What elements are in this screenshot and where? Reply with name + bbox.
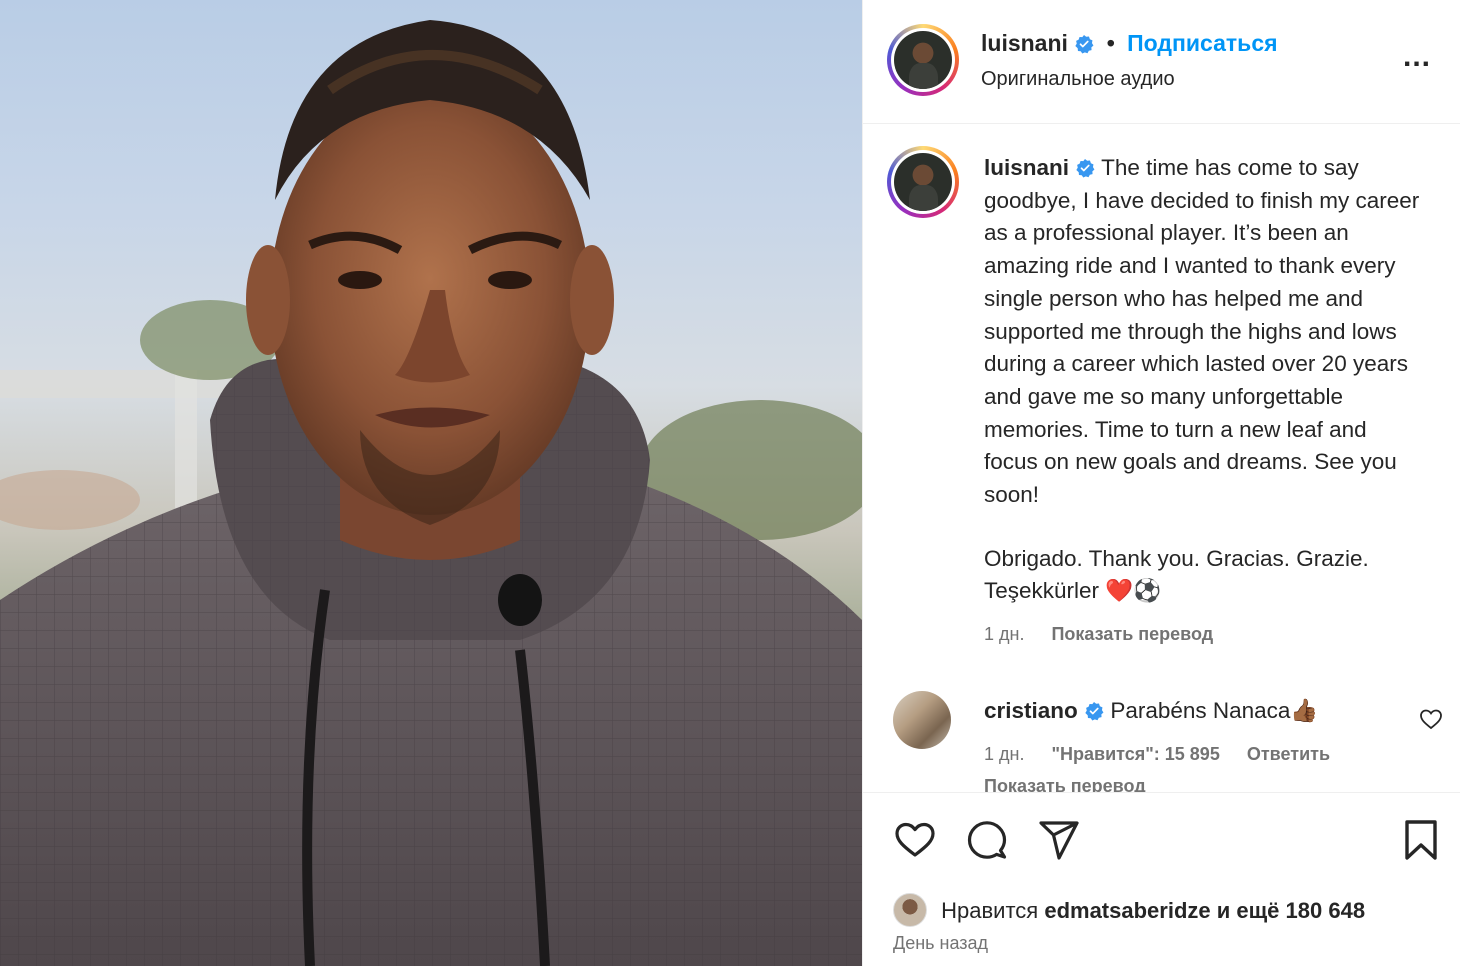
comment-translate-link[interactable]: Показать перевод: [984, 776, 1146, 792]
author-username[interactable]: luisnani: [981, 30, 1068, 56]
comment-age: 1 дн.: [984, 744, 1025, 764]
verified-badge-icon: [1076, 159, 1095, 178]
post-details-panel: luisnani • Подписаться Оригинальное ауди…: [862, 0, 1460, 966]
post-media-image[interactable]: [0, 0, 862, 966]
post-timestamp: День назад: [893, 933, 989, 953]
liker-username[interactable]: edmatsaberidze: [1044, 898, 1210, 923]
more-options-icon[interactable]: ...: [1403, 42, 1439, 72]
caption-paragraph-2: Obrigado. Thank you. Gracias. Grazie. Te…: [984, 545, 1369, 604]
comment-bubble-icon[interactable]: [965, 818, 1009, 862]
save-bookmark-icon[interactable]: [1399, 818, 1443, 862]
likes-prefix: Нравится: [941, 898, 1039, 923]
comments-area: luisnani The time has come to say goodby…: [863, 124, 1460, 792]
comment-meta: 1 дн. "Нравится": 15 895 Ответить: [984, 744, 1352, 765]
caption-text: luisnani The time has come to say goodby…: [984, 152, 1424, 608]
comment-like-heart-icon[interactable]: [1419, 708, 1443, 730]
post-photo: [0, 20, 862, 966]
post-header: luisnani • Подписаться Оригинальное ауди…: [863, 0, 1460, 124]
like-heart-icon[interactable]: [893, 818, 937, 862]
likes-others-count[interactable]: и ещё 180 648: [1217, 898, 1365, 923]
caption-author-avatar[interactable]: [887, 146, 959, 218]
comment-body: Parabéns Nanaca👍🏾: [1110, 698, 1319, 723]
verified-badge-icon: [1075, 35, 1094, 54]
share-send-icon[interactable]: [1037, 818, 1081, 862]
comment-meta-2: Показать перевод: [984, 776, 1168, 792]
original-audio-link[interactable]: Оригинальное аудио: [981, 68, 1175, 91]
caption-username[interactable]: luisnani: [984, 155, 1069, 180]
caption-meta: 1 дн. Показать перевод: [984, 624, 1235, 645]
verified-badge-icon: [1085, 702, 1104, 721]
likes-summary: Нравится edmatsaberidze и ещё 180 648: [893, 893, 1365, 929]
header-user-line: luisnani • Подписаться: [981, 30, 1278, 57]
comment-text: cristiano Parabéns Nanaca👍🏾: [984, 696, 1404, 726]
author-avatar[interactable]: [887, 24, 959, 96]
follow-button[interactable]: Подписаться: [1127, 30, 1277, 56]
post-actions-bar: Нравится edmatsaberidze и ещё 180 648 Де…: [863, 792, 1460, 966]
comment-likes-count[interactable]: "Нравится": 15 895: [1051, 744, 1219, 764]
commenter-avatar[interactable]: [893, 691, 951, 749]
caption-age: 1 дн.: [984, 624, 1025, 644]
caption-paragraph-1: The time has come to say goodbye, I have…: [984, 155, 1420, 508]
comment-reply-button[interactable]: Ответить: [1247, 744, 1330, 764]
commenter-username[interactable]: cristiano: [984, 698, 1078, 723]
separator-dot: •: [1106, 30, 1115, 56]
caption-translate-link[interactable]: Показать перевод: [1051, 624, 1213, 644]
liker-avatar[interactable]: [893, 893, 927, 927]
